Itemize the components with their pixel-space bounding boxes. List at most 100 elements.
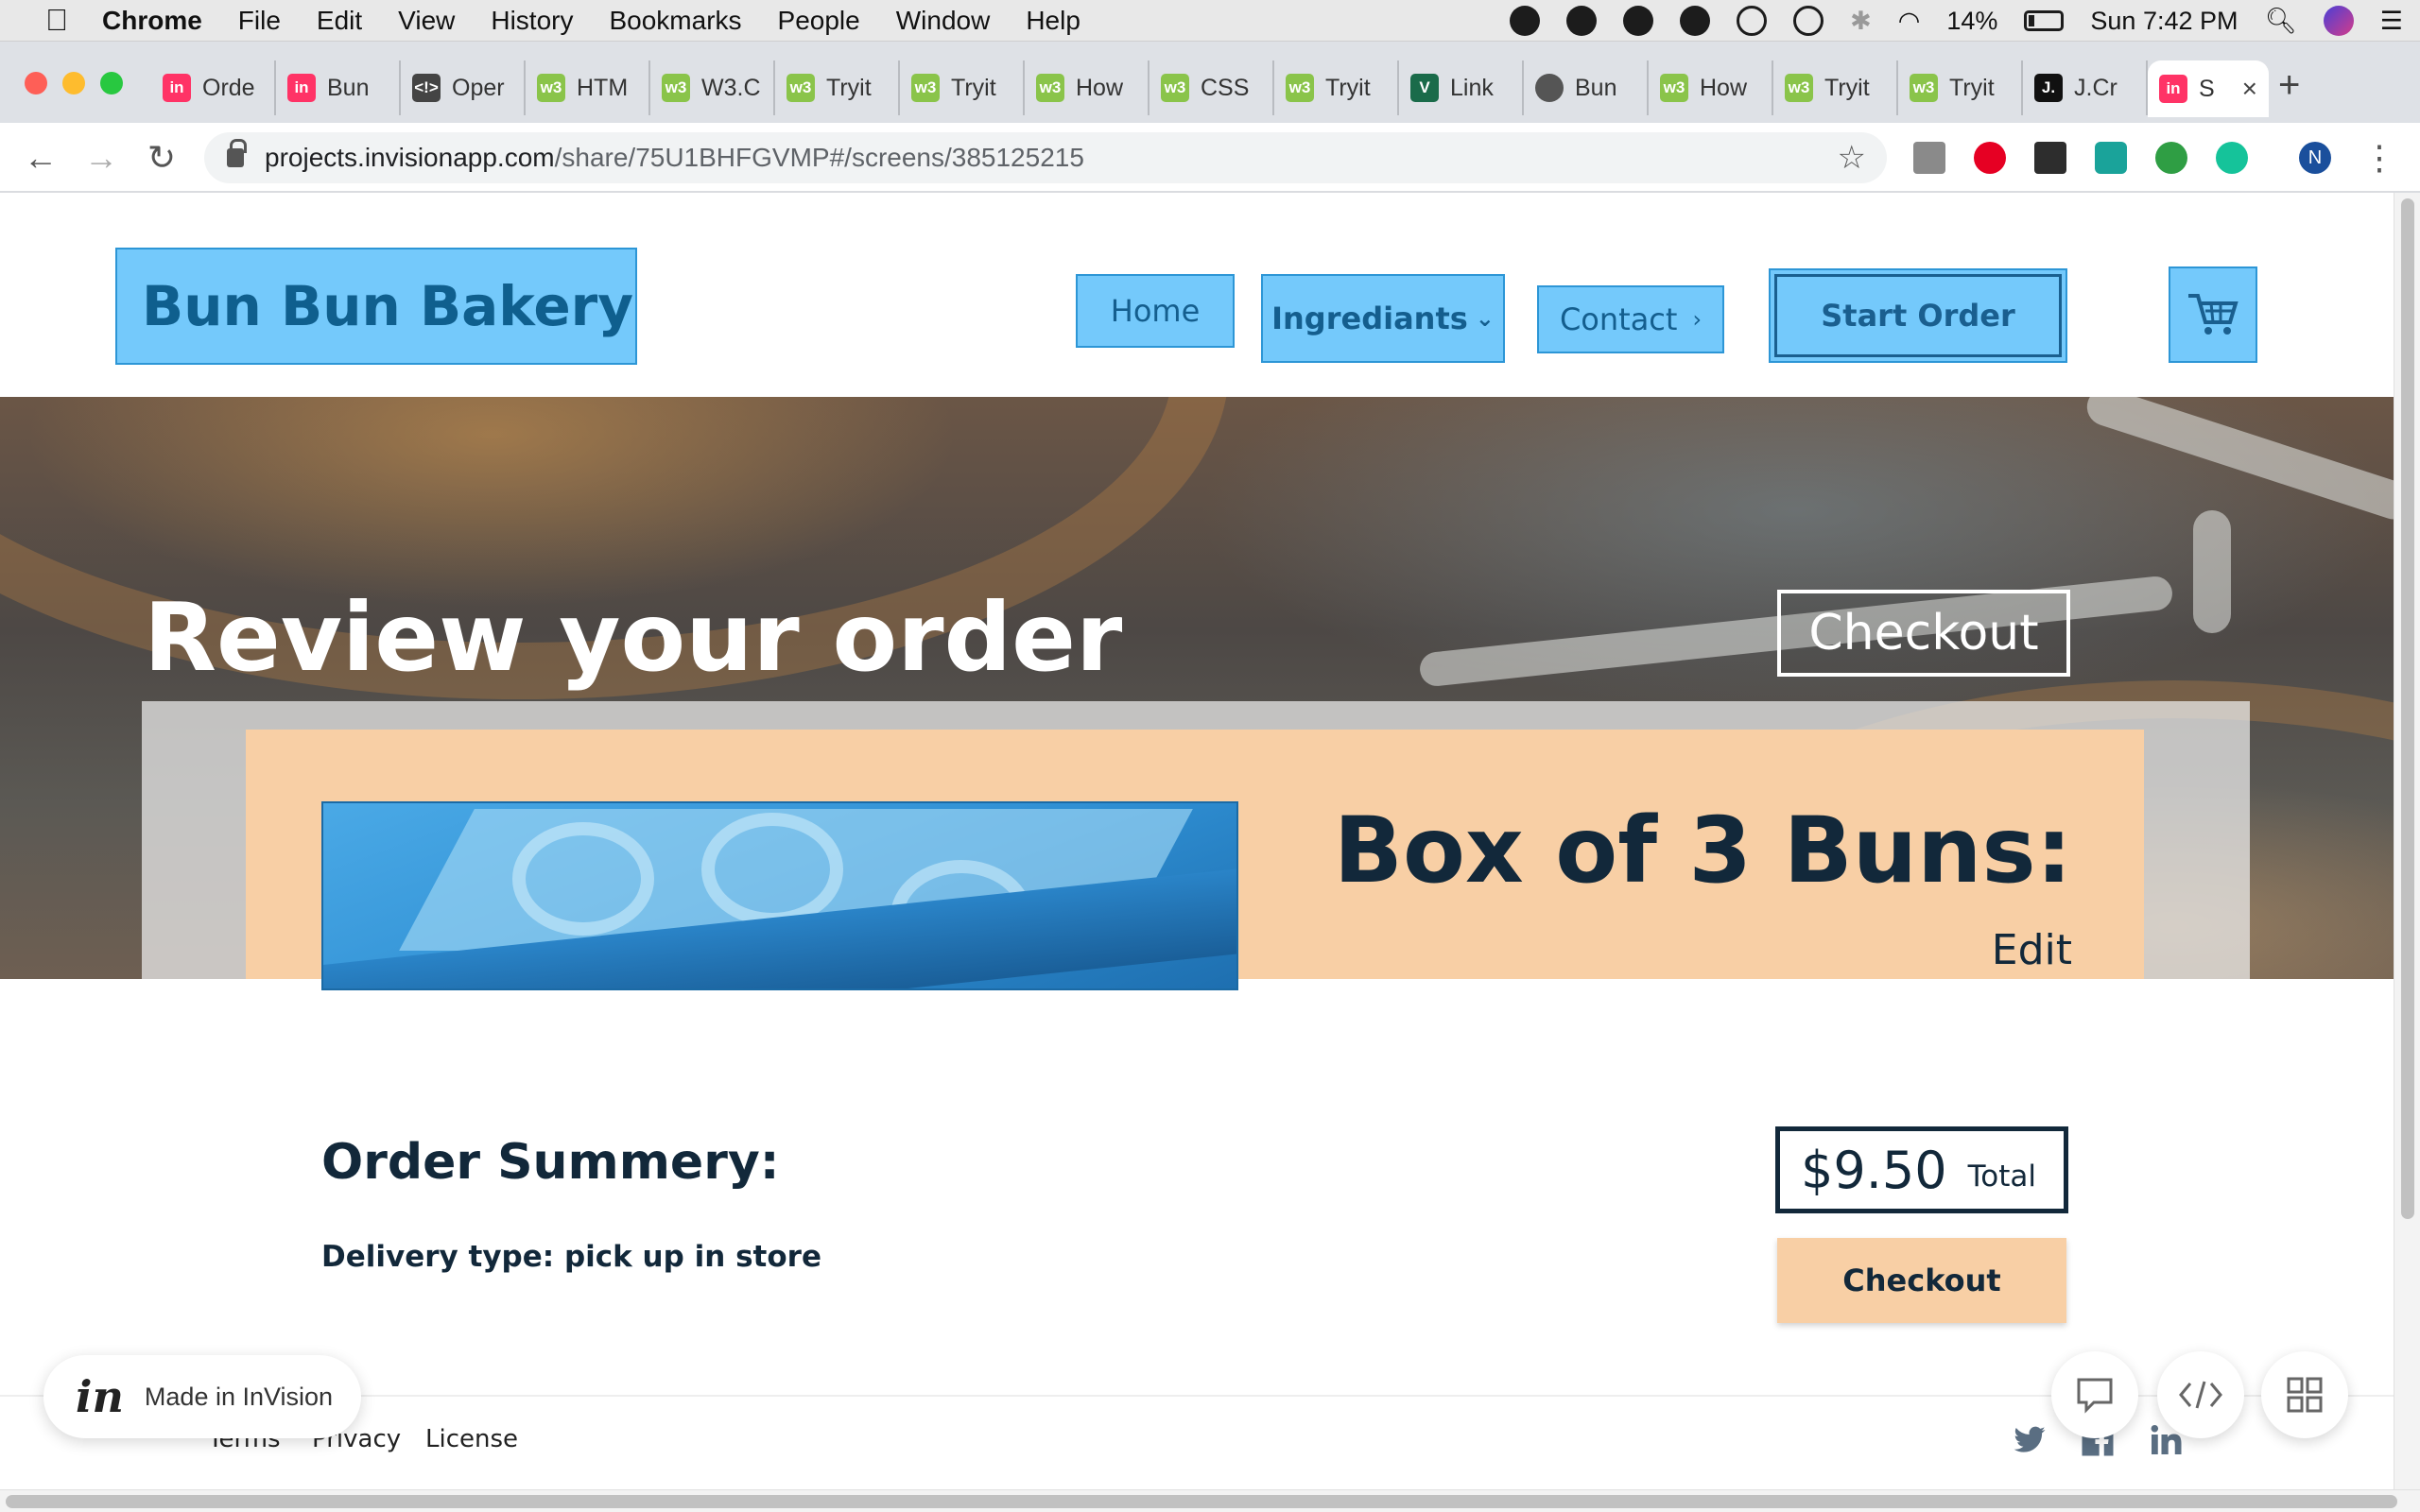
browser-tab[interactable]: w3 Tryit [900,60,1025,115]
start-order-button[interactable]: Start Order [1769,268,2067,363]
window-minimize-button[interactable] [62,72,85,94]
twitter-icon[interactable] [2012,1423,2048,1457]
reload-icon[interactable]: ↻ [140,136,183,180]
creative-cloud-icon[interactable] [1623,6,1654,36]
tshirt-extension-icon[interactable] [2095,142,2127,174]
code-icon [2179,1381,2222,1409]
tab-label: W3.C [701,74,761,101]
browser-tab[interactable]: w3 How [1649,60,1773,115]
browser-tab[interactable]: V Link [1399,60,1524,115]
invision-badge-text: Made in InVision [144,1382,334,1411]
battery-icon[interactable] [2024,10,2065,31]
browser-tab[interactable]: w3 Tryit [1274,60,1399,115]
browser-tab[interactable]: in Bun [276,60,401,115]
horizontal-scrollbar-thumb[interactable] [6,1495,2397,1508]
bookmark-star-icon[interactable]: ☆ [1838,139,1866,177]
browser-tab[interactable]: w3 W3.C [650,60,775,115]
siri-icon[interactable] [2323,6,2354,36]
tab-label: CSS [1201,74,1250,101]
vertical-scrollbar[interactable] [2394,193,2420,1489]
browser-tab[interactable]: w3 CSS [1150,60,1274,115]
w3schools-icon: w3 [786,74,815,102]
menu-app-name[interactable]: Chrome [102,6,202,36]
menu-bookmarks[interactable]: Bookmarks [609,6,741,36]
vertical-scrollbar-thumb[interactable] [2401,198,2414,1219]
total-amount: $9.50 [1801,1140,1947,1200]
menu-people[interactable]: People [778,6,860,36]
spotlight-search-icon[interactable]: 🔍︎ [2265,6,2297,36]
cart-button[interactable] [2169,266,2257,363]
site-logo[interactable]: Bun Bun Bakery [115,248,637,365]
cloud-icon[interactable] [1510,6,1541,36]
start-order-label: Start Order [1774,274,2062,357]
tab-label: Oper [452,74,505,101]
code-icon: <!> [412,74,441,102]
menu-help[interactable]: Help [1026,6,1080,36]
w3schools-icon: w3 [537,74,565,102]
horizontal-scrollbar[interactable] [0,1489,2420,1512]
menu-edit[interactable]: Edit [317,6,362,36]
nav-ingredients[interactable]: Ingrediants ⌄ [1261,274,1505,363]
browser-tab[interactable]: <!> Oper [401,60,526,115]
tab-label: Tryit [1325,74,1371,101]
bplus-extension-icon[interactable] [2155,142,2187,174]
hero-icing-drizzle [2082,397,2394,524]
window-zoom-button[interactable] [100,72,123,94]
browser-tab[interactable]: w3 Tryit [1773,60,1898,115]
do-not-disturb-icon[interactable] [1737,6,1768,36]
profile-avatar[interactable]: N [2299,142,2331,174]
comment-button[interactable] [2051,1351,2138,1438]
clock[interactable]: Sun 7:42 PM [2090,7,2238,36]
bluetooth-icon[interactable]: ✱ [1850,7,1872,36]
browser-tab[interactable]: in Orde [151,60,276,115]
tab-label: Tryit [951,74,996,101]
w3schools-icon: w3 [662,74,690,102]
footer-license-link[interactable]: License [425,1425,518,1453]
tab-close-icon[interactable]: × [2242,74,2257,104]
apple-menu-icon[interactable]:  [38,3,76,38]
browser-tab[interactable]: w3 Tryit [775,60,900,115]
browser-tab[interactable]: w3 Tryit [1898,60,2023,115]
order-item-title: Box of 3 Buns: [1333,798,2072,903]
tab-active[interactable]: in S × [2148,60,2269,117]
made-in-invision-badge[interactable]: in Made in InVision [43,1355,361,1438]
window-close-button[interactable] [25,72,47,94]
inspect-code-button[interactable] [2157,1351,2244,1438]
menu-window[interactable]: Window [896,6,991,36]
w3schools-icon: w3 [1910,74,1938,102]
forward-arrow-icon[interactable]: → [79,136,123,180]
cart-extension-icon[interactable] [2034,142,2066,174]
c-app-icon[interactable] [1566,6,1598,36]
screens-grid-button[interactable] [2261,1351,2348,1438]
hero-checkout-button[interactable]: Checkout [1777,590,2070,677]
order-item-card: Box of 3 Buns: Edit [246,730,2144,990]
menu-history[interactable]: History [491,6,573,36]
browser-tab[interactable]: w3 HTM [526,60,650,115]
grammarly-extension-icon[interactable] [2216,142,2248,174]
back-arrow-icon[interactable]: ← [19,136,62,180]
w3schools-icon: w3 [1785,74,1813,102]
menu-view[interactable]: View [398,6,455,36]
address-bar[interactable]: projects.invisionapp.com/share/75U1BHFGV… [204,132,1887,183]
drive-extension-icon[interactable] [1913,142,1945,174]
browser-tab[interactable]: w3 How [1025,60,1150,115]
nav-home[interactable]: Home [1076,274,1235,348]
browser-tab[interactable]: J. J.Cr [2023,60,2148,115]
new-tab-button[interactable]: + [2278,64,2300,107]
globe-icon [1535,74,1564,102]
browser-tab[interactable]: Bun [1524,60,1649,115]
time-machine-icon[interactable] [1793,6,1824,36]
chrome-menu-icon[interactable]: ⋮ [2358,136,2401,180]
checkout-button[interactable]: Checkout [1777,1238,2066,1323]
tab-label: Link [1450,74,1494,101]
lock-icon[interactable] [227,139,247,167]
order-item-edit-link[interactable]: Edit [1992,926,2072,974]
chevron-right-icon: › [1692,306,1703,333]
tab-label: S [2199,75,2215,102]
nav-contact[interactable]: Contact › [1537,285,1724,353]
pinterest-extension-icon[interactable] [1974,142,2006,174]
infinity-icon[interactable] [1680,6,1711,36]
notification-center-icon[interactable]: ☰ [2380,7,2403,36]
menu-file[interactable]: File [238,6,281,36]
wifi-icon[interactable]: ◠ [1898,7,1921,36]
